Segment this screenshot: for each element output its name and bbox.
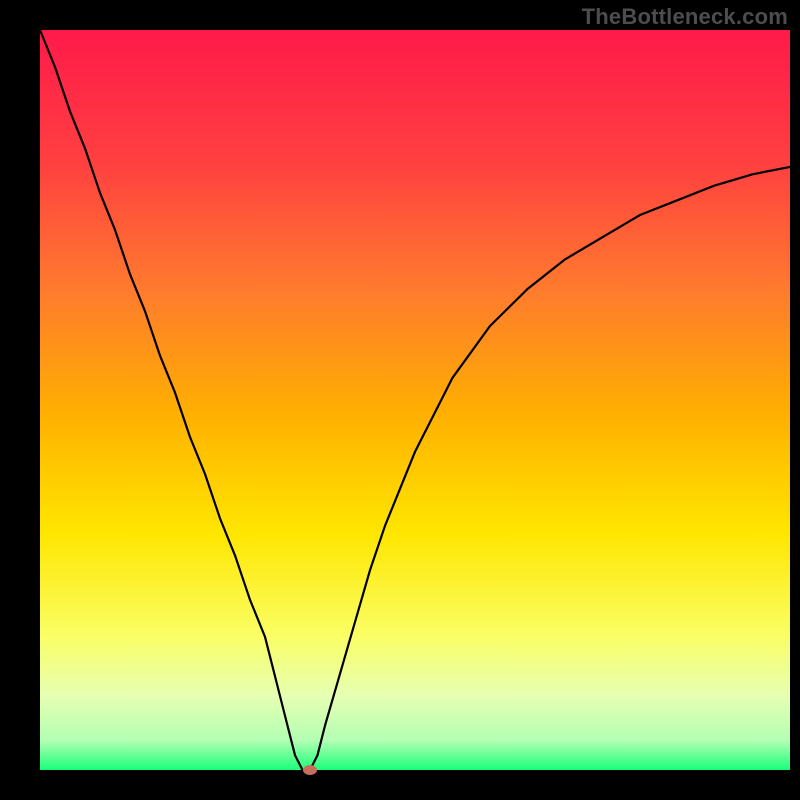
- optimal-point-marker: [303, 765, 317, 775]
- chart-frame: { "watermark": "TheBottleneck.com", "cha…: [0, 0, 800, 800]
- bottleneck-chart: [0, 0, 800, 800]
- plot-background: [40, 30, 790, 770]
